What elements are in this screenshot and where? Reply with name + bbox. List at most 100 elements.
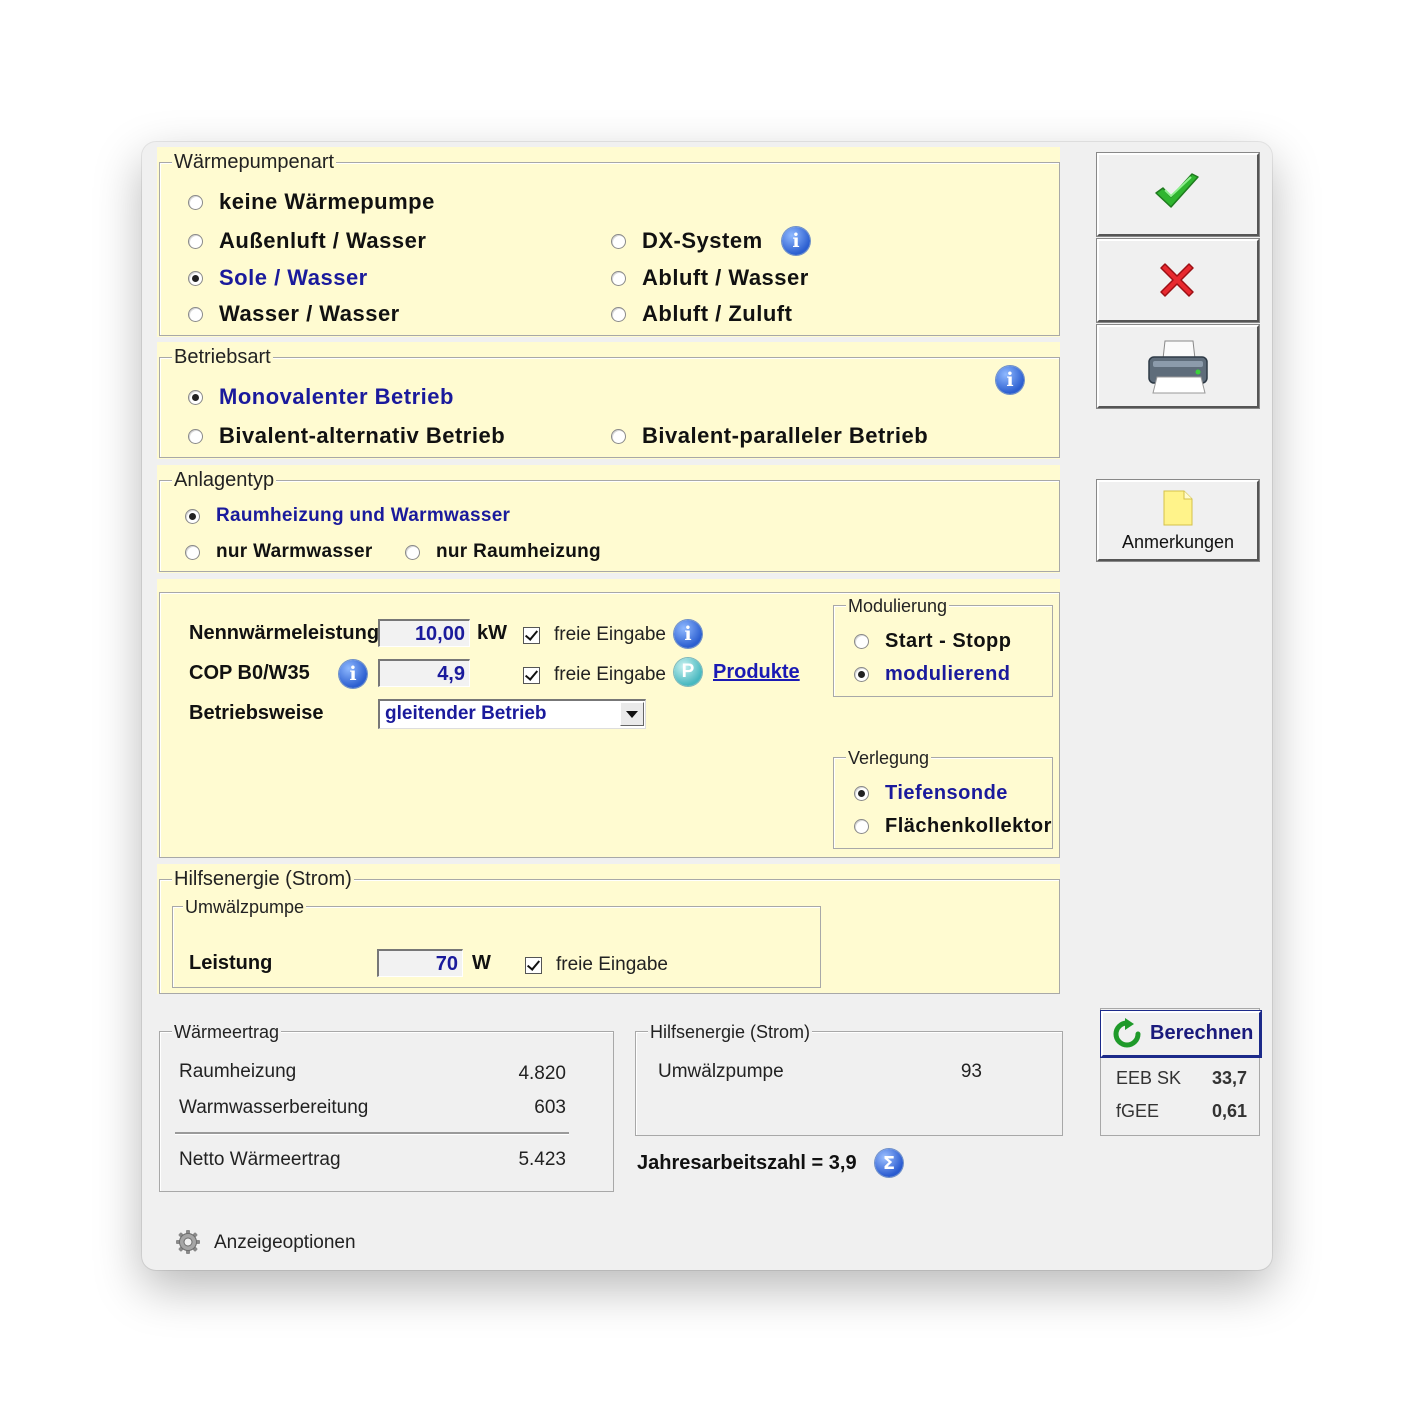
option-label: Monovalenter Betrieb xyxy=(219,384,454,409)
radio-start-stopp[interactable]: Start - Stopp xyxy=(854,630,1012,653)
option-label: Außenluft / Wasser xyxy=(219,228,427,253)
option-label: DX-System xyxy=(642,228,763,253)
produkte-link[interactable]: Produkte xyxy=(713,661,800,684)
checkbox-box[interactable] xyxy=(525,956,542,974)
berechnen-button[interactable]: Berechnen xyxy=(1101,1011,1261,1057)
radio-nur-warmwasser[interactable]: nur Warmwasser xyxy=(185,541,373,563)
radio-circle[interactable] xyxy=(854,786,869,801)
cop-freie-eingabe-checkbox[interactable]: freie Eingabe xyxy=(523,664,666,686)
radio-modulierend[interactable]: modulierend xyxy=(854,663,1011,686)
dropdown-arrow-button[interactable] xyxy=(620,702,644,726)
option-label: Abluft / Zuluft xyxy=(642,301,793,326)
option-label: Bivalent-alternativ Betrieb xyxy=(219,423,506,448)
radio-raumheizung-warmwasser[interactable]: Raumheizung und Warmwasser xyxy=(185,505,510,527)
radio-circle[interactable] xyxy=(405,544,420,560)
cop-input[interactable]: 4,9 xyxy=(378,659,470,687)
produkte-icon[interactable]: P xyxy=(674,658,702,686)
hilfsenergie-legend: Hilfsenergie (Strom) xyxy=(172,868,354,890)
eeb-label: EEB SK xyxy=(1116,1068,1182,1088)
nennwaerme-info-icon[interactable]: i xyxy=(674,620,702,648)
raumheizung-label: Raumheizung xyxy=(179,1061,297,1082)
radio-tiefensonde[interactable]: Tiefensonde xyxy=(854,782,1008,805)
radio-bivalent-parallel[interactable]: Bivalent-paralleler Betrieb xyxy=(611,423,928,449)
radio-circle[interactable] xyxy=(188,389,203,405)
jahresarbeitszahl: Jahresarbeitszahl = 3,9 xyxy=(637,1152,857,1174)
radio-circle[interactable] xyxy=(854,819,869,834)
radio-sole-wasser[interactable]: Sole / Wasser xyxy=(188,265,368,291)
betriebsweise-label: Betriebsweise xyxy=(189,702,324,724)
refresh-icon xyxy=(1113,1018,1141,1048)
leistung-input[interactable]: 70 xyxy=(377,949,463,977)
option-label: Raumheizung und Warmwasser xyxy=(216,505,511,526)
radio-circle[interactable] xyxy=(611,428,626,444)
warmwasser-value: 603 xyxy=(534,1097,566,1118)
close-icon xyxy=(1160,263,1194,297)
radio-aussenluft-wasser[interactable]: Außenluft / Wasser xyxy=(188,228,426,254)
betriebsweise-select[interactable]: gleitender Betrieb xyxy=(378,699,646,729)
radio-circle[interactable] xyxy=(611,233,626,249)
nennwaerme-input[interactable]: 10,00 xyxy=(378,619,470,647)
option-label: Start - Stopp xyxy=(885,630,1012,652)
netto-value: 5.423 xyxy=(518,1149,566,1170)
radio-bivalent-alternativ[interactable]: Bivalent-alternativ Betrieb xyxy=(188,423,505,449)
leistung-freie-eingabe-checkbox[interactable]: freie Eingabe xyxy=(525,954,668,976)
radio-abluft-zuluft[interactable]: Abluft / Zuluft xyxy=(611,301,792,327)
radio-dx-system[interactable]: DX-System xyxy=(611,228,763,254)
radio-circle[interactable] xyxy=(188,233,203,249)
radio-circle[interactable] xyxy=(185,508,200,524)
warmwasser-label: Warmwasserbereitung xyxy=(179,1097,369,1118)
checkmark-icon xyxy=(1155,173,1199,208)
netto-label: Netto Wärmeertrag xyxy=(179,1149,341,1170)
leistung-unit: W xyxy=(472,952,491,974)
radio-circle[interactable] xyxy=(185,544,200,560)
option-label: keine Wärmepumpe xyxy=(219,189,435,214)
betriebsart-info-icon[interactable]: i xyxy=(996,366,1024,394)
radio-nur-raumheizung[interactable]: nur Raumheizung xyxy=(405,541,601,563)
anmerkungen-button[interactable]: Anmerkungen xyxy=(1097,480,1259,561)
option-label: Abluft / Wasser xyxy=(642,265,809,290)
radio-flaechenkollektor[interactable]: Flächenkollektor xyxy=(854,815,1052,838)
sum-divider xyxy=(175,1132,569,1135)
fgee-label: fGEE xyxy=(1116,1101,1160,1121)
anzeigeoptionen-link[interactable]: Anzeigeoptionen xyxy=(214,1232,356,1254)
gear-icon[interactable] xyxy=(175,1229,201,1255)
umwaelzpumpe-legend: Umwälzpumpe xyxy=(183,896,307,918)
nennwaerme-freie-eingabe-checkbox[interactable]: freie Eingabe xyxy=(523,624,666,646)
waermepumpenart-group: Wärmepumpenart keine Wärmepumpe Außenluf… xyxy=(159,151,1060,336)
option-label: modulierend xyxy=(885,663,1011,685)
radio-circle[interactable] xyxy=(188,306,203,322)
anmerkungen-label: Anmerkungen xyxy=(1121,532,1235,552)
checkbox-label: freie Eingabe xyxy=(554,624,666,645)
radio-monovalent[interactable]: Monovalenter Betrieb xyxy=(188,384,454,410)
nennwaerme-unit: kW xyxy=(477,622,507,644)
radio-circle[interactable] xyxy=(188,270,203,286)
checkbox-box[interactable] xyxy=(523,666,540,684)
dx-info-icon[interactable]: i xyxy=(782,227,810,255)
option-label: Sole / Wasser xyxy=(219,265,368,290)
radio-circle[interactable] xyxy=(611,270,626,286)
radio-abluft-wasser[interactable]: Abluft / Wasser xyxy=(611,265,809,291)
anlagentyp-legend: Anlagentyp xyxy=(172,469,277,491)
radio-circle[interactable] xyxy=(854,634,869,649)
printer-icon xyxy=(1148,340,1208,394)
cop-info-icon[interactable]: i xyxy=(339,660,367,688)
note-icon xyxy=(1163,490,1193,526)
checkbox-box[interactable] xyxy=(523,626,540,644)
radio-keine-waermepumpe[interactable]: keine Wärmepumpe xyxy=(188,189,435,215)
radio-circle[interactable] xyxy=(611,306,626,322)
option-label: Flächenkollektor xyxy=(885,815,1052,837)
ok-button[interactable] xyxy=(1097,153,1259,236)
radio-circle[interactable] xyxy=(188,428,203,444)
chevron-down-icon xyxy=(626,710,638,718)
modulierung-legend: Modulierung xyxy=(846,595,950,617)
fgee-value: 0,61 xyxy=(1212,1101,1248,1121)
sigma-icon[interactable]: Σ xyxy=(875,1149,903,1177)
verlegung-legend: Verlegung xyxy=(846,747,932,769)
cancel-button[interactable] xyxy=(1097,239,1259,322)
radio-circle[interactable] xyxy=(188,194,203,210)
berechnen-label: Berechnen xyxy=(1150,1022,1254,1044)
verlegung-group: Verlegung Tiefensonde Flächenkollektor xyxy=(833,747,1053,849)
print-button[interactable] xyxy=(1097,325,1259,408)
radio-circle[interactable] xyxy=(854,667,869,682)
radio-wasser-wasser[interactable]: Wasser / Wasser xyxy=(188,301,400,327)
